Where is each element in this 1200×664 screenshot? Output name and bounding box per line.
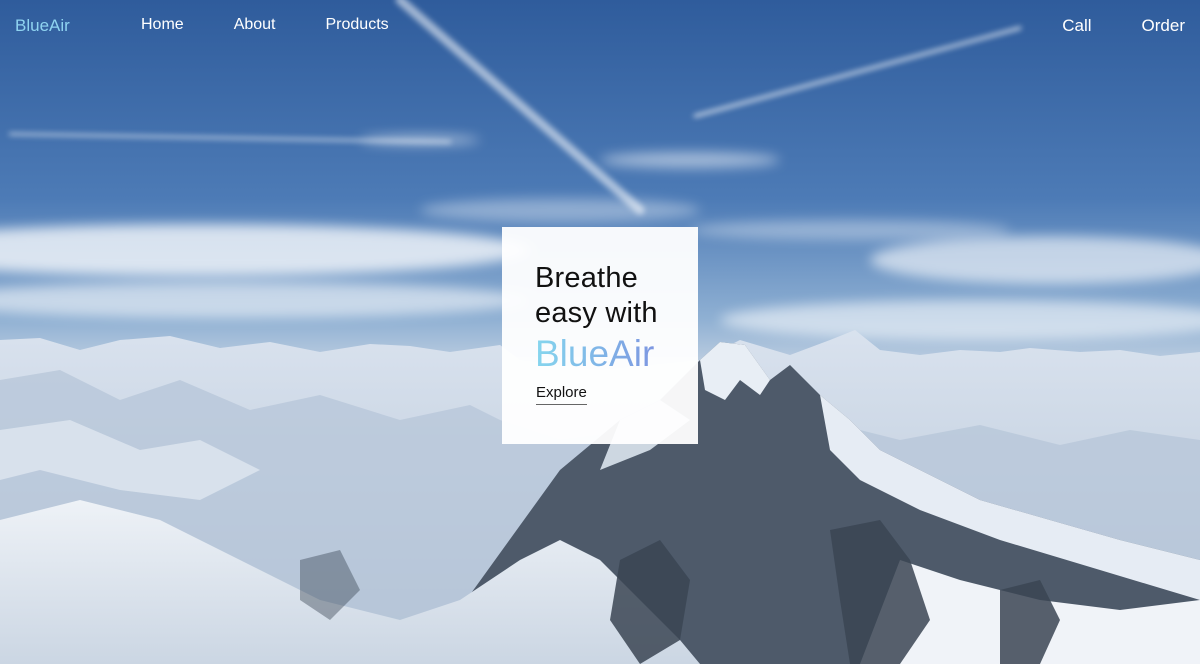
hero-card: Breathe easy with BlueAir Explore (502, 227, 698, 444)
nav-about-link[interactable]: About (234, 16, 276, 34)
explore-link[interactable]: Explore (536, 384, 587, 405)
nav-order-link[interactable]: Order (1142, 16, 1185, 36)
hero-headline-line1: Breathe (535, 262, 638, 294)
hero-brand-name: BlueAir (535, 332, 698, 376)
top-navbar: BlueAir Home About Products Call Order (0, 0, 1200, 52)
primary-nav: Home About Products (141, 16, 389, 34)
hero-headline-line2: easy with (535, 297, 658, 329)
brand-logo-link[interactable]: BlueAir (15, 16, 70, 36)
nav-call-link[interactable]: Call (1062, 16, 1091, 36)
nav-products-link[interactable]: Products (326, 16, 389, 34)
secondary-nav: Call Order (1062, 16, 1185, 36)
landing-page: BlueAir Home About Products Call Order B… (0, 0, 1200, 664)
nav-home-link[interactable]: Home (141, 16, 184, 34)
